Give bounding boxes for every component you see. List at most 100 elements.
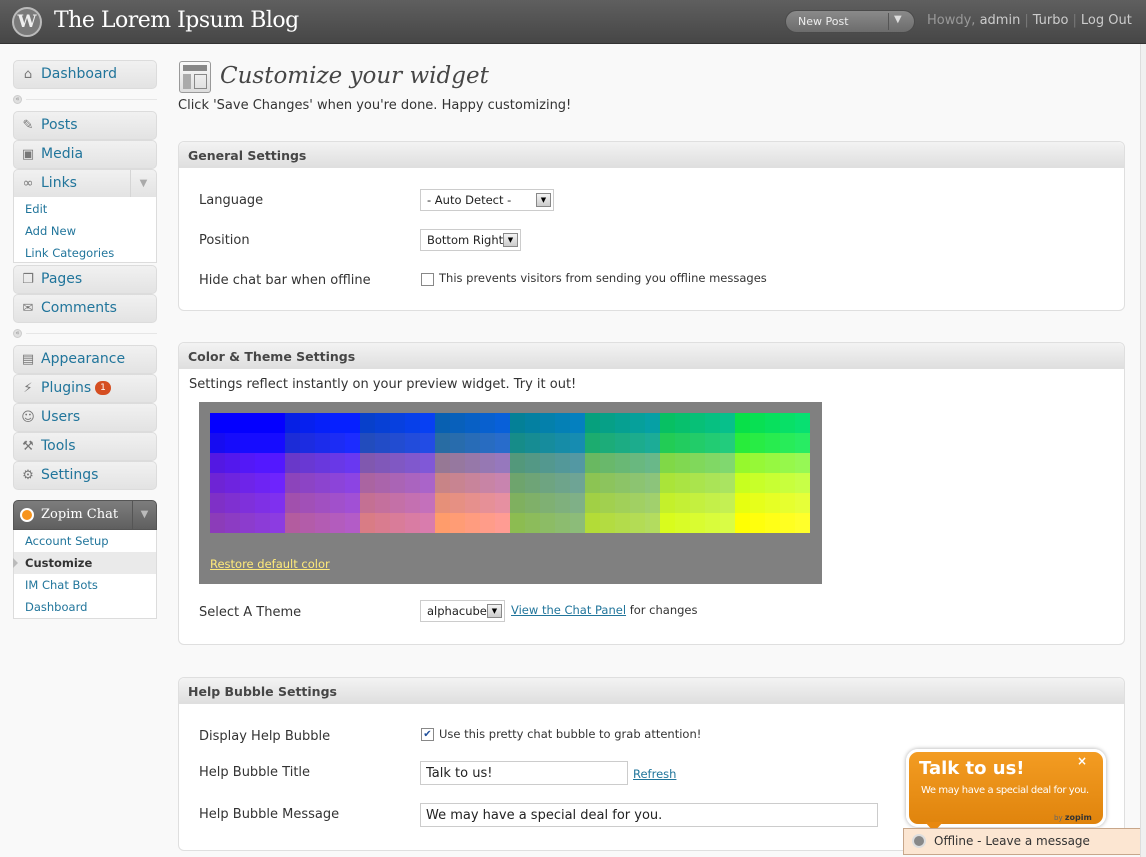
language-select[interactable]: - Auto Detect - ▼ — [420, 189, 554, 211]
submenu-item-im-chat-bots[interactable]: IM Chat Bots — [25, 578, 98, 592]
color-swatch[interactable] — [315, 513, 330, 533]
color-swatch[interactable] — [450, 433, 465, 453]
color-swatch[interactable] — [780, 413, 795, 433]
color-swatch[interactable] — [750, 453, 765, 473]
color-swatch[interactable] — [255, 433, 270, 453]
new-post-button[interactable]: New Post ▼ — [785, 10, 915, 33]
logout-link[interactable]: Log Out — [1081, 13, 1132, 28]
color-swatch[interactable] — [270, 453, 285, 473]
color-swatch[interactable] — [285, 453, 300, 473]
color-swatch[interactable] — [675, 433, 690, 453]
chevron-down-icon[interactable]: ▼ — [536, 193, 551, 207]
color-swatch[interactable] — [345, 473, 360, 493]
color-swatch[interactable] — [660, 433, 675, 453]
color-swatch[interactable] — [315, 493, 330, 513]
color-swatch[interactable] — [390, 473, 405, 493]
color-swatch[interactable] — [630, 413, 645, 433]
submenu-item-edit[interactable]: Edit — [25, 202, 47, 216]
bubble-message-input[interactable] — [420, 803, 878, 827]
color-swatch[interactable] — [690, 473, 705, 493]
color-swatch[interactable] — [435, 493, 450, 513]
color-swatch[interactable] — [420, 413, 435, 433]
color-swatch[interactable] — [540, 473, 555, 493]
color-swatch[interactable] — [480, 413, 495, 433]
color-swatch[interactable] — [705, 433, 720, 453]
site-title[interactable]: The Lorem Ipsum Blog — [54, 8, 299, 33]
color-swatch[interactable] — [225, 453, 240, 473]
color-swatch[interactable] — [390, 513, 405, 533]
color-swatch[interactable] — [690, 513, 705, 533]
color-swatch[interactable] — [225, 493, 240, 513]
color-swatch[interactable] — [435, 473, 450, 493]
color-swatch[interactable] — [255, 453, 270, 473]
color-swatch[interactable] — [690, 413, 705, 433]
color-swatch[interactable] — [555, 453, 570, 473]
color-swatch[interactable] — [630, 453, 645, 473]
color-swatch[interactable] — [600, 513, 615, 533]
color-swatch[interactable] — [735, 493, 750, 513]
color-swatch[interactable] — [270, 473, 285, 493]
color-swatch[interactable] — [645, 453, 660, 473]
color-swatch[interactable] — [750, 493, 765, 513]
color-swatch[interactable] — [600, 433, 615, 453]
color-swatch[interactable] — [435, 513, 450, 533]
color-swatch[interactable] — [735, 453, 750, 473]
color-swatch[interactable] — [585, 513, 600, 533]
separator-collapse-icon[interactable]: « — [13, 95, 22, 104]
view-chat-panel-link[interactable]: View the Chat Panel — [511, 603, 626, 617]
color-swatch[interactable] — [555, 413, 570, 433]
color-swatch[interactable] — [285, 413, 300, 433]
color-swatch[interactable] — [525, 453, 540, 473]
sidebar-item-media[interactable]: ▣ Media — [13, 140, 157, 169]
color-swatch[interactable] — [240, 453, 255, 473]
color-swatch[interactable] — [300, 493, 315, 513]
color-swatch[interactable] — [345, 493, 360, 513]
color-swatch[interactable] — [315, 413, 330, 433]
color-swatch[interactable] — [390, 413, 405, 433]
color-swatch[interactable] — [240, 473, 255, 493]
color-swatch[interactable] — [360, 513, 375, 533]
submenu-item-customize[interactable]: Customize — [25, 556, 92, 570]
color-swatch[interactable] — [450, 453, 465, 473]
bubble-title-input[interactable] — [420, 761, 628, 785]
color-swatch[interactable] — [210, 473, 225, 493]
color-swatch[interactable] — [375, 493, 390, 513]
restore-default-color-link[interactable]: Restore default color — [210, 557, 330, 571]
color-swatch[interactable] — [585, 413, 600, 433]
color-swatch[interactable] — [435, 433, 450, 453]
color-swatch[interactable] — [780, 433, 795, 453]
color-swatch[interactable] — [330, 433, 345, 453]
color-swatch[interactable] — [225, 473, 240, 493]
color-swatch[interactable] — [780, 453, 795, 473]
color-swatch[interactable] — [495, 473, 510, 493]
color-swatch[interactable] — [555, 493, 570, 513]
color-swatch[interactable] — [240, 413, 255, 433]
color-swatch[interactable] — [300, 433, 315, 453]
color-swatch[interactable] — [765, 453, 780, 473]
color-swatch[interactable] — [330, 413, 345, 433]
color-swatch[interactable] — [375, 453, 390, 473]
position-select[interactable]: Bottom Right ▼ — [420, 229, 521, 251]
color-swatch[interactable] — [465, 473, 480, 493]
color-swatch[interactable] — [705, 473, 720, 493]
color-swatch[interactable] — [390, 493, 405, 513]
color-swatch[interactable] — [615, 493, 630, 513]
sidebar-item-tools[interactable]: ⚒ Tools — [13, 432, 157, 461]
color-swatch[interactable] — [390, 433, 405, 453]
color-swatch[interactable] — [780, 493, 795, 513]
color-swatch[interactable] — [465, 513, 480, 533]
color-swatch[interactable] — [555, 473, 570, 493]
color-swatch[interactable] — [510, 413, 525, 433]
color-swatch[interactable] — [300, 473, 315, 493]
color-swatch[interactable] — [315, 473, 330, 493]
theme-select[interactable]: alphacube ▼ — [420, 600, 505, 622]
sidebar-item-users[interactable]: ☺ Users — [13, 403, 157, 432]
color-swatch[interactable] — [255, 473, 270, 493]
color-swatch[interactable] — [540, 493, 555, 513]
color-swatch[interactable] — [480, 473, 495, 493]
color-swatch[interactable] — [405, 433, 420, 453]
color-swatch[interactable] — [750, 433, 765, 453]
color-swatch[interactable] — [570, 473, 585, 493]
color-swatch[interactable] — [450, 413, 465, 433]
color-swatch[interactable] — [765, 473, 780, 493]
